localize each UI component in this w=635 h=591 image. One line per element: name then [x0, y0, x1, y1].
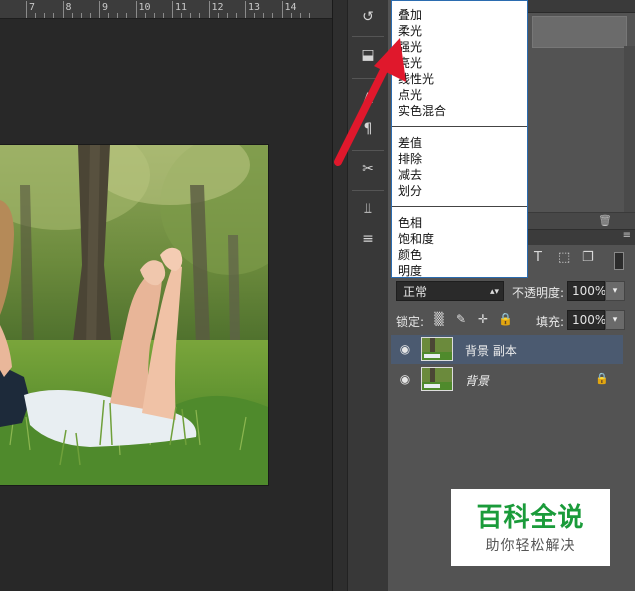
ruler-major-tick	[208, 1, 210, 18]
type-filter-icon[interactable]: T	[534, 250, 542, 265]
lock-position-icon[interactable]: ✛	[476, 312, 490, 326]
filter-toggle[interactable]	[614, 252, 624, 270]
blend-mode-select[interactable]: 正常 ▴▾	[396, 281, 504, 301]
ruler-minor-tick	[53, 13, 55, 18]
watermark-title: 百科全说	[476, 503, 585, 533]
photo-illustration	[0, 145, 268, 485]
annotation-arrow	[334, 38, 406, 166]
ruler-minor-tick	[44, 13, 46, 18]
ruler-label: 10	[138, 2, 151, 13]
panel-footer-bar: 🗑	[528, 212, 635, 230]
ruler-major-tick	[281, 1, 283, 18]
ruler-minor-tick	[299, 13, 301, 18]
blend-mode-menu: 叠加 柔光 强光 亮光 线性光 点光 实色混合 差值 排除 减去 划分 色相 饱…	[391, 0, 528, 278]
adjust-icon[interactable]: ≡	[358, 230, 378, 248]
lock-image-pixels-icon[interactable]: ✎	[454, 312, 468, 326]
opacity-input[interactable]: 100%	[567, 281, 606, 301]
shape-filter-icon[interactable]: ⬚	[558, 250, 570, 265]
ruler-minor-tick	[226, 13, 228, 18]
ruler-label: 13	[248, 2, 261, 13]
ruler-minor-tick	[144, 13, 146, 18]
menu-item-luminosity[interactable]: 明度	[398, 263, 422, 279]
ruler-minor-tick	[272, 13, 274, 18]
ruler-minor-tick	[235, 13, 237, 18]
ruler-minor-tick	[190, 13, 192, 18]
brush-presets-icon[interactable]: ⫫	[358, 200, 378, 218]
ruler-major-tick	[172, 1, 173, 18]
fill-input[interactable]: 100%	[567, 310, 606, 330]
ruler-major-tick	[135, 1, 137, 18]
lock-transparent-pixels-icon[interactable]: ▒	[432, 312, 446, 326]
ruler-minor-tick	[117, 13, 119, 18]
trash-icon[interactable]: 🗑	[598, 214, 612, 227]
watermark-subtitle: 助你轻松解决	[485, 538, 576, 554]
ruler-label: 8	[65, 2, 72, 13]
ruler-major-tick	[62, 1, 64, 18]
menu-separator	[392, 126, 527, 127]
lock-all-icon[interactable]: 🔒	[498, 312, 513, 326]
layer-row[interactable]: ◉ 背景 🔒	[391, 365, 623, 394]
lock-icon: 🔒	[595, 372, 609, 385]
menu-item-saturation[interactable]: 饱和度	[398, 231, 434, 247]
fill-dropdown-button[interactable]: ▾	[605, 310, 625, 330]
ruler-label: 9	[102, 2, 109, 13]
layers-panel-tabbar: ≡	[528, 230, 635, 245]
ruler-minor-tick	[71, 13, 73, 18]
history-icon[interactable]: ↺	[358, 8, 378, 26]
ruler-minor-tick	[290, 13, 292, 18]
lock-label: 锁定:	[396, 315, 425, 329]
layer-thumbnail	[421, 337, 453, 361]
updown-arrow-icon: ▴▾	[489, 287, 499, 297]
fill-label: 填充:	[536, 315, 565, 329]
ruler-minor-tick	[153, 13, 155, 18]
ruler-minor-tick	[308, 13, 310, 18]
ruler-major-tick	[99, 1, 100, 18]
panel-menu-icon[interactable]: ≡	[623, 230, 631, 241]
ruler-minor-tick	[162, 13, 164, 18]
ruler-minor-tick	[89, 13, 91, 18]
menu-item-divide[interactable]: 划分	[398, 183, 422, 199]
ruler-major-tick	[26, 1, 27, 18]
panel-scrollbar[interactable]	[624, 46, 635, 214]
layer-row[interactable]: ◉ 背景 副本	[391, 335, 623, 364]
eye-icon[interactable]: ◉	[397, 372, 413, 386]
blend-mode-value: 正常	[403, 285, 428, 299]
menu-item-hue[interactable]: 色相	[398, 215, 422, 231]
ruler-minor-tick	[181, 13, 183, 18]
ruler-minor-tick	[108, 13, 110, 18]
opacity-label: 不透明度:	[512, 286, 565, 300]
ruler-minor-tick	[199, 13, 201, 18]
ruler-minor-tick	[126, 13, 128, 18]
horizontal-ruler: 7 8 9 10 11 12 13 14	[0, 0, 332, 19]
ruler-label: 11	[175, 2, 188, 13]
properties-preview	[532, 16, 627, 48]
ruler-minor-tick	[35, 13, 37, 18]
menu-item-color[interactable]: 颜色	[398, 247, 422, 263]
ruler-minor-tick	[254, 13, 256, 18]
smart-object-filter-icon[interactable]: ❐	[582, 250, 594, 265]
layer-name[interactable]: 背景	[465, 372, 489, 389]
ruler-major-tick	[245, 1, 246, 18]
opacity-dropdown-button[interactable]: ▾	[605, 281, 625, 301]
eye-icon[interactable]: ◉	[397, 342, 413, 356]
ruler-label: 7	[29, 2, 36, 13]
dock-separator	[352, 190, 384, 191]
document-image	[0, 145, 268, 485]
ruler-minor-tick	[263, 13, 265, 18]
ruler-minor-tick	[80, 13, 82, 18]
ruler-label: 12	[211, 2, 224, 13]
layer-thumbnail	[421, 367, 453, 391]
layer-name[interactable]: 背景 副本	[465, 342, 517, 359]
ruler-minor-tick	[217, 13, 219, 18]
watermark-badge: 百科全说 助你轻松解决	[451, 489, 610, 566]
layer-filter-row: T ⬚ ❐	[528, 250, 635, 275]
menu-separator	[392, 206, 527, 207]
panel-header	[528, 0, 635, 13]
ruler-label: 14	[284, 2, 297, 13]
menu-item-overlay[interactable]: 叠加	[398, 7, 422, 23]
